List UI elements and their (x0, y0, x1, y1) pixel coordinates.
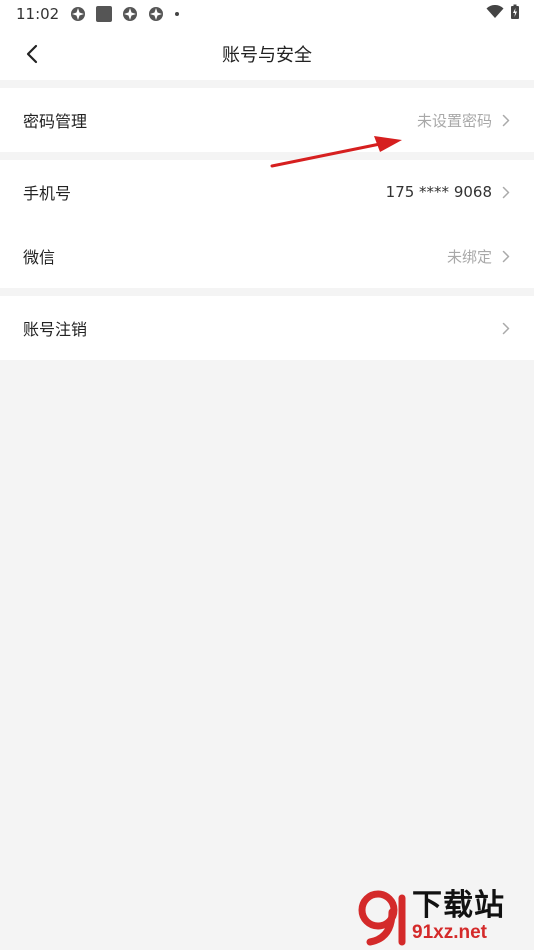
status-bar: 11:02 (0, 0, 534, 28)
chevron-right-icon (502, 185, 514, 199)
row-value: 175 **** 9068 (385, 183, 492, 201)
app-notification-icon (69, 5, 87, 23)
chevron-right-icon (502, 321, 514, 335)
row-label: 手机号 (23, 184, 72, 203)
gallery-notification-icon (95, 5, 113, 23)
section-divider (0, 288, 534, 296)
back-button[interactable] (18, 40, 46, 68)
chevron-right-icon (502, 249, 514, 263)
app-notification-icon (147, 5, 165, 23)
wechat-row[interactable]: 微信 未绑定 (0, 224, 534, 288)
row-value: 未绑定 (446, 247, 492, 266)
chevron-right-icon (502, 113, 514, 127)
bindings-section: 手机号 175 **** 9068 微信 未绑定 (0, 160, 534, 288)
watermark-brand-text: 下载站 (412, 888, 505, 923)
password-section: 密码管理 未设置密码 (0, 88, 534, 152)
row-value: 未设置密码 (416, 111, 492, 130)
watermark-domain-text: 91xz.net (412, 922, 487, 943)
section-divider (0, 80, 534, 88)
phone-number-row[interactable]: 手机号 175 **** 9068 (0, 160, 534, 224)
back-arrow-icon (26, 44, 38, 64)
password-management-row[interactable]: 密码管理 未设置密码 (0, 88, 534, 152)
section-divider (0, 152, 534, 160)
wifi-icon (486, 4, 504, 23)
site-watermark: 下载站 91xz.net (358, 886, 530, 948)
navigation-bar: 账号与安全 (0, 28, 534, 80)
battery-charging-icon (510, 4, 520, 24)
account-deletion-row[interactable]: 账号注销 (0, 296, 534, 360)
row-label: 密码管理 (23, 112, 88, 131)
watermark-logo-icon (358, 890, 406, 946)
more-notifications-dot (175, 12, 180, 16)
status-time: 11:02 (16, 5, 60, 23)
row-label: 账号注销 (23, 320, 88, 339)
page-title: 账号与安全 (222, 45, 312, 66)
app-notification-icon (121, 5, 139, 23)
account-deletion-section: 账号注销 (0, 296, 534, 360)
row-label: 微信 (23, 248, 56, 267)
